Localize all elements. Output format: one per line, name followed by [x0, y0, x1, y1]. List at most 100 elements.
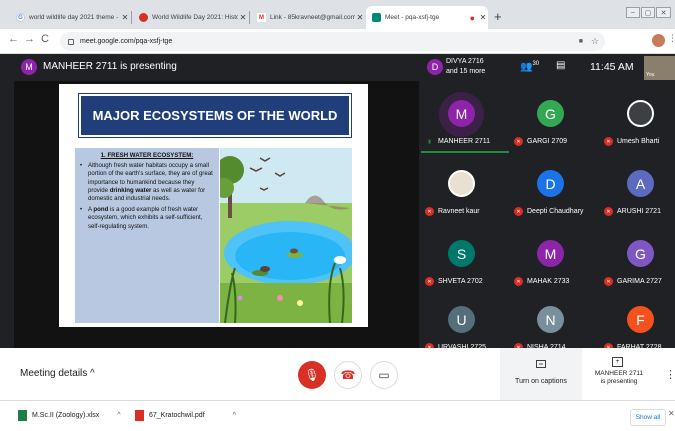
slide-title: MAJOR ECOSYSTEMS OF THE WORLD	[78, 93, 352, 138]
participant-tile[interactable]: G ✕ GARGI 2709	[510, 92, 590, 152]
google-icon: G	[16, 13, 25, 22]
participant-name: ✕ Deepti Chaudhary	[514, 207, 604, 216]
participant-avatar: N	[537, 306, 564, 333]
participant-avatar: M	[448, 100, 475, 127]
participant-avatar: D	[537, 170, 564, 197]
chevron-up-icon[interactable]: ^	[117, 412, 120, 419]
participant-avatar: G	[627, 240, 654, 267]
divya-avatar: D	[427, 59, 443, 75]
mic-muted-icon: ✕	[514, 137, 523, 146]
pdf-file-icon	[135, 410, 144, 421]
close-downloads-icon[interactable]: ✕	[668, 409, 675, 418]
forward-icon[interactable]: →	[24, 33, 35, 45]
mic-muted-icon: ✕	[604, 207, 613, 216]
participant-summary: DIVYA 2716 and 15 more	[446, 58, 486, 75]
mic-muted-icon: ✕	[604, 137, 613, 146]
meeting-details-button[interactable]: Meeting details ^	[20, 368, 95, 379]
tab-meet[interactable]: Meet - pqa-xsfj-tge ● ✕	[366, 6, 488, 29]
tab-wildlife-day[interactable]: World Wildlife Day 2021: Histor ✕	[133, 6, 248, 29]
active-speaker-indicator	[421, 151, 509, 153]
mic-muted-icon: ✕	[514, 277, 523, 286]
profile-avatar[interactable]	[652, 34, 665, 47]
participant-photo	[627, 100, 654, 127]
meet-stage: M MANHEER 2711 is presenting D DIVYA 271…	[0, 54, 675, 352]
address-bar: ← → C meet.google.com/pqa-xsfj-tge ☆ ■ ⋮	[0, 29, 675, 54]
lock-icon	[68, 38, 74, 45]
participant-tile[interactable]: A ✕ ARUSHI 2721	[600, 162, 675, 222]
slide-heading: 1. FRESH WATER ECOSYSTEM:	[100, 152, 194, 159]
present-icon[interactable]: +	[612, 357, 623, 367]
participant-tile[interactable]: M ▮ MANHEER 2711	[421, 92, 509, 153]
tab-title: Meet - pqa-xsfj-tge	[385, 14, 440, 21]
chat-icon[interactable]: ▤	[556, 60, 565, 71]
clock-time: 11:45 AM	[590, 61, 634, 73]
slide-bullet-1: Although fresh water habitats occupy a s…	[80, 162, 214, 203]
participant-name: ✕ GARGI 2709	[514, 137, 604, 146]
leave-call-button[interactable]: ☎	[334, 361, 362, 389]
camera-button[interactable]: ▭	[370, 361, 398, 389]
participant-tile[interactable]: ✕ Umesh Bharti	[600, 92, 675, 152]
show-all-button[interactable]: Show all	[630, 409, 666, 426]
people-icon[interactable]: 👥30	[520, 61, 539, 72]
maximize-icon[interactable]: ▢	[641, 7, 655, 18]
minimize-icon[interactable]: –	[626, 7, 640, 18]
close-tab-icon[interactable]: ✕	[238, 13, 248, 22]
mic-off-button[interactable]: 🎙	[298, 361, 326, 389]
participant-name: ✕ ARUSHI 2721	[604, 207, 675, 216]
back-icon[interactable]: ←	[8, 33, 19, 45]
mic-off-icon: 🎙	[304, 368, 320, 382]
participant-avatar: A	[627, 170, 654, 197]
mic-muted-icon: ✕	[425, 277, 434, 286]
chevron-up-icon[interactable]: ^	[233, 412, 236, 419]
participant-tile[interactable]: G ✕ GARIMA 2727	[600, 232, 675, 292]
reload-icon[interactable]: C	[41, 33, 49, 45]
presenting-status[interactable]: MANHEER 2711 is presenting	[583, 370, 655, 386]
participant-name: ✕ GARIMA 2727	[604, 277, 675, 286]
camera-icon[interactable]: ■	[579, 38, 583, 45]
cc-icon: cc	[536, 360, 546, 368]
close-tab-icon[interactable]: ✕	[120, 13, 130, 22]
tab-title: world wildlife day 2021 theme -	[29, 14, 119, 21]
participant-tile[interactable]: D ✕ Deepti Chaudhary	[510, 162, 590, 222]
captions-button[interactable]: cc Turn on captions	[500, 348, 582, 400]
self-video-thumb: You	[644, 56, 675, 80]
tab-gmail[interactable]: M Link - 85kravneet@gmail.com - ✕	[251, 6, 365, 29]
participant-tile[interactable]: ✕ Ravneet kaur	[421, 162, 501, 222]
bookmark-star-icon[interactable]: ☆	[591, 36, 599, 47]
participant-name: ✕ Umesh Bharti	[604, 137, 675, 146]
participant-name: ▮ MANHEER 2711	[425, 137, 515, 146]
participant-avatar: F	[627, 306, 654, 333]
url-field[interactable]: meet.google.com/pqa-xsfj-tge ☆ ■	[60, 32, 605, 51]
new-tab-button[interactable]: +	[494, 9, 502, 24]
meet-icon	[372, 13, 381, 22]
participant-name: ✕ MAHAK 2733	[514, 277, 604, 286]
news-icon	[139, 13, 148, 22]
close-tab-icon[interactable]: ✕	[478, 13, 488, 22]
speaking-icon: ▮	[428, 138, 431, 145]
presenter-avatar: M	[21, 59, 37, 75]
close-tab-icon[interactable]: ✕	[355, 13, 365, 22]
participant-name: ✕ SHVETA 2702	[425, 277, 515, 286]
close-window-icon[interactable]: ✕	[656, 7, 671, 18]
more-options-icon[interactable]: ⋮	[665, 368, 675, 381]
url-text: meet.google.com/pqa-xsfj-tge	[80, 38, 173, 45]
mic-muted-icon: ✕	[425, 207, 434, 216]
participant-tile[interactable]: S ✕ SHVETA 2702	[421, 232, 501, 292]
presentation-area: MAJOR ECOSYSTEMS OF THE WORLD 1. FRESH W…	[14, 81, 419, 348]
menu-dots-icon[interactable]: ⋮	[668, 33, 675, 44]
participant-name: ✕ Ravneet kaur	[425, 207, 515, 216]
captions-label: Turn on captions	[515, 378, 567, 385]
participant-tile[interactable]: M ✕ MAHAK 2733	[510, 232, 590, 292]
chevron-up-icon: ^	[90, 368, 95, 379]
excel-file-icon	[18, 410, 27, 421]
slide: MAJOR ECOSYSTEMS OF THE WORLD 1. FRESH W…	[59, 84, 368, 327]
presenting-label: MANHEER 2711 is presenting	[43, 61, 177, 72]
download-item-pdf[interactable]: 67_Kratochwil.pdf ^	[135, 410, 236, 421]
tab-google-search[interactable]: G world wildlife day 2021 theme - ✕	[10, 6, 130, 29]
browser-window: G world wildlife day 2021 theme - ✕ Worl…	[0, 0, 675, 431]
recording-dot-icon: ●	[469, 12, 475, 23]
pond-illustration	[220, 148, 352, 323]
download-item-xlsx[interactable]: M.Sc.II (Zoology).xlsx ^	[18, 410, 121, 421]
participant-avatar: S	[448, 240, 475, 267]
slide-bullet-2: A pond is a good example of fresh water …	[80, 206, 214, 231]
